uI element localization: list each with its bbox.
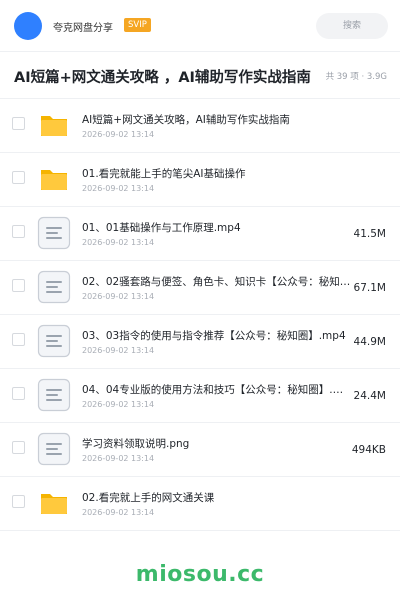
document-icon [37, 378, 71, 412]
file-row[interactable]: 02.看完就上手的网文通关课 2026-09-02 13:14 [0, 477, 400, 531]
file-date: 2026-09-02 13:14 [82, 238, 155, 247]
file-size: 24.4M [353, 390, 386, 402]
file-name: 01.看完就能上手的笔尖AI基础操作 [82, 168, 246, 180]
file-row[interactable]: 01、01基础操作与工作原理.mp4 2026-09-02 13:14 41.5M [0, 207, 400, 261]
top-bar: 夸克网盘分享 SVIP 搜索 [0, 0, 400, 52]
file-size: 67.1M [353, 282, 386, 294]
avatar[interactable] [14, 12, 42, 40]
folder-icon [37, 108, 71, 142]
document-icon [37, 324, 71, 358]
file-date: 2026-09-02 13:14 [82, 400, 155, 409]
folder-icon [37, 162, 71, 196]
file-date: 2026-09-02 13:14 [82, 292, 155, 301]
share-title-bar: AI短篇+网文通关攻略 ，AI辅助写作实战指南 共 39 项 · 3.9G [0, 52, 400, 99]
file-name: 02、02骚套路与便签、角色卡、知识卡【公众号：秘知圈】.mp4 [82, 276, 352, 288]
svip-badge: SVIP [124, 18, 151, 32]
file-name: 04、04专业版的使用方法和技巧【公众号：秘知圈】.mp4 [82, 384, 352, 396]
file-date: 2026-09-02 13:14 [82, 346, 155, 355]
file-size: 44.9M [353, 336, 386, 348]
file-row[interactable]: AI短篇+网文通关攻略，AI辅助写作实战指南 2026-09-02 13:14 [0, 99, 400, 153]
document-icon [37, 216, 71, 250]
file-date: 2026-09-02 13:14 [82, 184, 155, 193]
file-name: 03、03指令的使用与指令推荐【公众号：秘知圈】.mp4 [82, 330, 346, 342]
select-checkbox[interactable] [12, 117, 25, 130]
select-checkbox[interactable] [12, 225, 25, 238]
file-row[interactable]: 学习资料领取说明.png 2026-09-02 13:14 494KB [0, 423, 400, 477]
file-size: 41.5M [353, 228, 386, 240]
file-row[interactable]: 04、04专业版的使用方法和技巧【公众号：秘知圈】.mp4 2026-09-02 … [0, 369, 400, 423]
select-checkbox[interactable] [12, 279, 25, 292]
file-name: 01、01基础操作与工作原理.mp4 [82, 222, 241, 234]
select-checkbox[interactable] [12, 441, 25, 454]
file-date: 2026-09-02 13:14 [82, 130, 155, 139]
document-icon [37, 432, 71, 466]
page-title: AI短篇+网文通关攻略 ，AI辅助写作实战指南 [14, 70, 311, 86]
sharer-name: 夸克网盘分享 [53, 23, 113, 34]
file-name: 02.看完就上手的网文通关课 [82, 492, 215, 504]
select-checkbox[interactable] [12, 495, 25, 508]
select-checkbox[interactable] [12, 333, 25, 346]
watermark-brand: miosou.cc [135, 562, 265, 587]
folder-icon [37, 486, 71, 520]
file-row[interactable]: 03、03指令的使用与指令推荐【公众号：秘知圈】.mp4 2026-09-02 1… [0, 315, 400, 369]
item-summary: 共 39 项 · 3.9G [325, 72, 387, 82]
file-size: 494KB [351, 444, 386, 456]
file-name: 学习资料领取说明.png [82, 438, 190, 450]
search-button[interactable]: 搜索 [316, 13, 388, 39]
select-checkbox[interactable] [12, 171, 25, 184]
file-date: 2026-09-02 13:14 [82, 454, 155, 463]
file-name: AI短篇+网文通关攻略，AI辅助写作实战指南 [82, 114, 290, 126]
file-row[interactable]: 02、02骚套路与便签、角色卡、知识卡【公众号：秘知圈】.mp4 2026-09-… [0, 261, 400, 315]
document-icon [37, 270, 71, 304]
file-date: 2026-09-02 13:14 [82, 508, 155, 517]
select-checkbox[interactable] [12, 387, 25, 400]
file-list: AI短篇+网文通关攻略，AI辅助写作实战指南 2026-09-02 13:14 01… [0, 99, 400, 531]
file-row[interactable]: 01.看完就能上手的笔尖AI基础操作 2026-09-02 13:14 [0, 153, 400, 207]
